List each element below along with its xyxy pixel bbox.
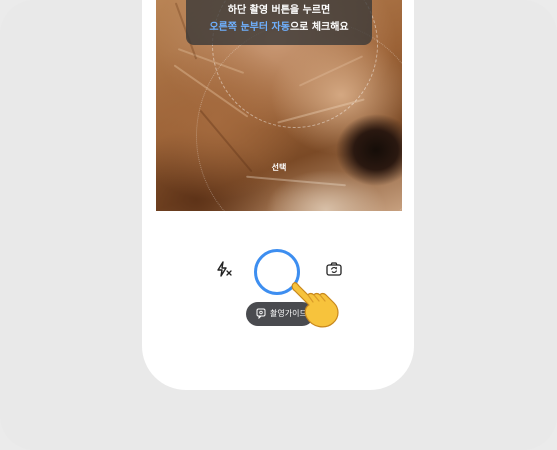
pointing-hand-icon <box>291 282 339 328</box>
camera-controls: 촬영가이드 <box>142 215 414 345</box>
guide-chat-icon <box>256 308 266 319</box>
instruction-line-2: 오른쪽 눈부터 자동으로 체크해요 <box>186 19 372 36</box>
camera-preview: 하단 촬영 버튼을 누르면 오른쪽 눈부터 자동으로 체크해요 선택 <box>156 0 402 211</box>
instruction-highlight: 오른쪽 눈부터 자동 <box>209 22 290 33</box>
background-panel: 하단 촬영 버튼을 누르면 오른쪽 눈부터 자동으로 체크해요 선택 촬영가이드 <box>0 0 557 450</box>
instruction-line-1: 하단 촬영 버튼을 누르면 <box>227 5 331 16</box>
instruction-overlay: 하단 촬영 버튼을 누르면 오른쪽 눈부터 자동으로 체크해요 <box>186 0 372 45</box>
phone-screen: 하단 촬영 버튼을 누르면 오른쪽 눈부터 자동으로 체크해요 선택 촬영가이드 <box>142 0 414 390</box>
flash-off-icon[interactable] <box>215 260 233 278</box>
select-label: 선택 <box>271 163 287 172</box>
instruction-rest: 으로 체크해요 <box>289 22 349 33</box>
